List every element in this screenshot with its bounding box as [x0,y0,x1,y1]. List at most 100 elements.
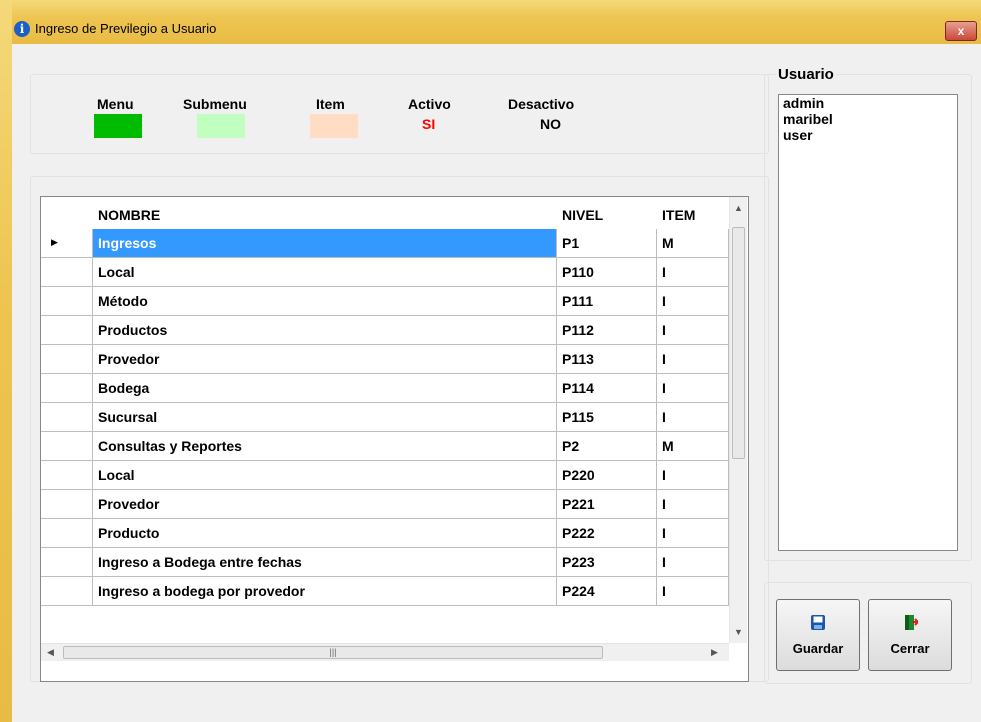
row-header[interactable] [41,258,93,287]
row-header[interactable] [41,403,93,432]
cell-nivel[interactable]: P114 [557,374,657,403]
cell-item[interactable]: I [657,403,729,432]
table-row[interactable]: Local P220 I [41,461,729,490]
table-row[interactable]: Sucursal P115 I [41,403,729,432]
legend-submenu-label: Submenu [183,96,247,112]
legend-menu-swatch [94,114,142,138]
cell-nombre[interactable]: Provedor [93,490,557,519]
vertical-scrollbar[interactable]: ▲ ▼ [729,197,747,643]
cell-nombre[interactable]: Provedor [93,345,557,374]
cell-nombre[interactable]: Local [93,461,557,490]
cell-nombre[interactable]: Método [93,287,557,316]
cell-nivel[interactable]: P110 [557,258,657,287]
table-row[interactable]: ▶ Ingresos P1 M [41,229,729,258]
floppy-disk-icon [811,615,825,630]
legend-item-swatch [310,114,358,138]
info-icon: i [14,21,30,37]
window-client: Menu Submenu Item Activo SI Desactivo NO… [12,44,981,722]
legend-activo-value: SI [422,116,436,132]
cell-nivel[interactable]: P113 [557,345,657,374]
table-row[interactable]: Consultas y Reportes P2 M [41,432,729,461]
row-header[interactable] [41,374,93,403]
table-row[interactable]: Producto P222 I [41,519,729,548]
cell-item[interactable]: M [657,229,729,258]
save-button[interactable]: Guardar [776,599,860,671]
cell-nivel[interactable]: P221 [557,490,657,519]
cell-nivel[interactable]: P1 [557,229,657,258]
row-header[interactable] [41,345,93,374]
cell-nombre[interactable]: Ingresos [93,229,557,258]
vertical-scroll-thumb[interactable] [732,227,745,459]
cell-item[interactable]: I [657,490,729,519]
row-header[interactable] [41,577,93,606]
cell-nivel[interactable]: P112 [557,316,657,345]
cell-nivel[interactable]: P220 [557,461,657,490]
table-row[interactable]: Productos P112 I [41,316,729,345]
column-header-nivel[interactable]: NIVEL [557,197,657,229]
cell-nivel[interactable]: P223 [557,548,657,577]
row-header[interactable] [41,316,93,345]
cell-item[interactable]: I [657,519,729,548]
horizontal-scroll-thumb[interactable]: ||| [63,646,603,659]
scroll-right-icon[interactable]: ▶ [711,647,718,658]
cell-item[interactable]: I [657,316,729,345]
scroll-up-icon[interactable]: ▲ [734,203,743,213]
table-row[interactable]: Bodega P114 I [41,374,729,403]
cell-item[interactable]: I [657,461,729,490]
close-window-button[interactable]: x [945,21,977,41]
cell-item[interactable]: I [657,287,729,316]
row-header[interactable] [41,490,93,519]
cell-item[interactable]: I [657,374,729,403]
cell-nombre[interactable]: Sucursal [93,403,557,432]
scroll-left-icon[interactable]: ◀ [47,647,54,658]
row-header[interactable] [41,519,93,548]
cell-nombre[interactable]: Producto [93,519,557,548]
legend-activo-label: Activo [408,96,451,112]
cell-nivel[interactable]: P222 [557,519,657,548]
legend-menu-label: Menu [97,96,134,112]
column-header-nombre[interactable]: NOMBRE [93,197,557,229]
cell-nombre[interactable]: Consultas y Reportes [93,432,557,461]
user-item[interactable]: maribel [779,111,957,127]
cell-nombre[interactable]: Productos [93,316,557,345]
legend-submenu-swatch [197,114,245,138]
close-button[interactable]: Cerrar [868,599,952,671]
cell-nombre[interactable]: Ingreso a bodega por provedor [93,577,557,606]
legend-desactivo-label: Desactivo [508,96,575,112]
row-header[interactable]: ▶ [41,229,93,258]
save-button-label: Guardar [792,641,844,656]
row-header[interactable] [41,287,93,316]
scroll-down-icon[interactable]: ▼ [734,627,743,637]
table-row[interactable]: Provedor P113 I [41,345,729,374]
table-row[interactable]: Provedor P221 I [41,490,729,519]
cell-item[interactable]: I [657,258,729,287]
cell-nivel[interactable]: P115 [557,403,657,432]
horizontal-scrollbar[interactable]: ◀ ||| ▶ [41,643,729,661]
table-row[interactable]: Ingreso a bodega por provedor P224 I [41,577,729,606]
window-frame-left [0,0,12,722]
user-item[interactable]: admin [779,95,957,111]
table-row[interactable]: Local P110 I [41,258,729,287]
cell-nivel[interactable]: P111 [557,287,657,316]
user-item[interactable]: user [779,127,957,143]
exit-door-icon [905,615,918,630]
row-header-corner [41,197,93,229]
cell-item[interactable]: I [657,577,729,606]
user-listbox[interactable]: admin maribel user [778,94,958,551]
cell-item[interactable]: I [657,345,729,374]
column-header-item[interactable]: ITEM [657,197,729,229]
cell-item[interactable]: I [657,548,729,577]
table-row[interactable]: Ingreso a Bodega entre fechas P223 I [41,548,729,577]
cell-nombre[interactable]: Bodega [93,374,557,403]
cell-nombre[interactable]: Local [93,258,557,287]
cell-item[interactable]: M [657,432,729,461]
row-header[interactable] [41,461,93,490]
cell-nivel[interactable]: P2 [557,432,657,461]
legend-item-label: Item [316,96,345,112]
row-header[interactable] [41,548,93,577]
privileges-grid[interactable]: NOMBRE NIVEL ITEM ▶ Ingresos P1 M Local P110 I… [40,196,749,682]
cell-nombre[interactable]: Ingreso a Bodega entre fechas [93,548,557,577]
table-row[interactable]: Método P111 I [41,287,729,316]
cell-nivel[interactable]: P224 [557,577,657,606]
row-header[interactable] [41,432,93,461]
